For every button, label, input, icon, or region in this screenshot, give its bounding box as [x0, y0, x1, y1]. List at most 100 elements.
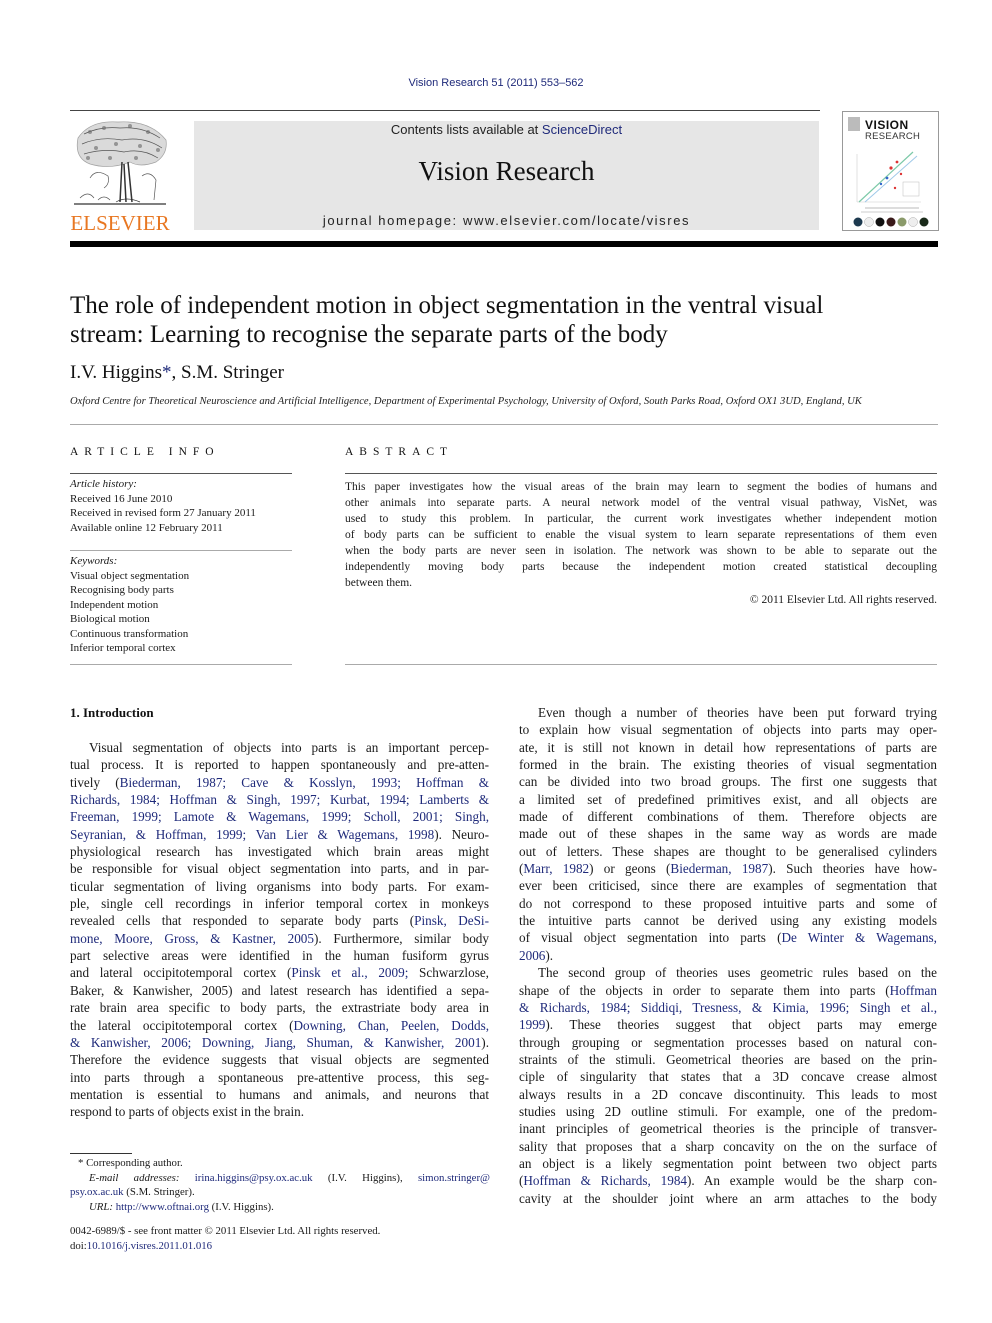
paragraph-line: Freeman, 1999; Lamote & Wagemans, 1999; …	[70, 808, 489, 825]
abstract-heading: ABSTRACT	[345, 446, 454, 458]
citation-link[interactable]: & Richards, 1984; Siddiqi, Tresness, & K…	[519, 1000, 937, 1015]
citation-link[interactable]: Biederman, 1987	[670, 861, 768, 876]
history-label: Article history:	[70, 478, 137, 490]
text-run: be responsible for visual object segment…	[70, 861, 489, 877]
text-run: ).	[481, 1034, 489, 1050]
paragraph-line: physiological research has investigated …	[70, 843, 489, 860]
citation-link[interactable]: Pinsk, DeSi-	[414, 913, 489, 928]
paragraph-line: shape of the objects in order to separat…	[519, 982, 937, 999]
journal-cover-thumbnail[interactable]: VISION RESEARCH	[842, 111, 939, 231]
text-run: shape of the objects in order to separat…	[519, 982, 890, 998]
paragraph-line: Even though a number of theories have be…	[519, 704, 937, 721]
citation-link[interactable]: 1999	[519, 1017, 545, 1032]
text-run: the intuitive parts cannot be derived us…	[519, 913, 937, 929]
text-run: Even though a number of theories have be…	[538, 705, 937, 720]
paragraph-line: made out of these shapes in the same way…	[519, 825, 937, 842]
citation-link[interactable]: & Kanwisher, 2006; Downing, Jiang, Shuma…	[70, 1035, 481, 1050]
text-run: straints of the stimuli. Geometrical the…	[519, 1051, 937, 1067]
paragraph-line: can be divided into two broad groups. Th…	[519, 773, 937, 790]
abstract-line: when the body parts are never seen in is…	[345, 545, 937, 557]
authors: I.V. Higgins*, S.M. Stringer	[70, 362, 284, 384]
text-run: mentation is essential to humans and ani…	[70, 1086, 489, 1102]
email-stringer-link[interactable]: simon.stringer@	[418, 1172, 490, 1184]
paragraph-line: ple, single cell recordings in inferior …	[70, 895, 489, 912]
author-separator: ,	[171, 362, 182, 383]
citation-link[interactable]: Marr, 1982	[523, 861, 589, 876]
text-run: cavity at the shoulder joint where an ar…	[519, 1190, 937, 1206]
text-run: ate, it is still not known in detail how…	[519, 739, 937, 755]
text-run: the lateral occipitotemporal cortex (	[70, 1017, 294, 1033]
keyword: Inferior temporal cortex	[70, 642, 176, 654]
corresponding-author-mark[interactable]: *	[162, 362, 172, 383]
text-run: Visual segmentation of objects into part…	[89, 740, 489, 755]
elsevier-logo[interactable]: ELSEVIER	[70, 118, 170, 234]
paragraph-line: always results in a 2D concave discontin…	[519, 1086, 937, 1103]
text-run: Baker, & Kanwisher, 2005) and latest res…	[70, 982, 489, 998]
email-higgins-owner: (I.V. Higgins),	[312, 1171, 418, 1184]
paragraph-line: part selective areas were identified in …	[70, 947, 489, 964]
citation-link[interactable]: Downing, Chan, Peelen, Dodds,	[294, 1018, 490, 1033]
text-run: of visual object segmentation into parts…	[519, 930, 782, 946]
text-run: made of different combinations of them. …	[519, 809, 937, 825]
url-link[interactable]: http://www.oftnai.org	[116, 1201, 209, 1213]
citation-link[interactable]: Seyranian, & Hoffman, 1999; Van Lier & W…	[70, 827, 434, 842]
paragraph-line: the lateral occipitotemporal cortex (Dow…	[70, 1017, 489, 1034]
doi-link[interactable]: 10.1016/j.visres.2011.01.016	[87, 1240, 212, 1252]
email-label: E-mail addresses:	[89, 1171, 180, 1184]
abstract-bottom-rule	[345, 664, 937, 665]
paragraph-line: formed in the brain. The existing theori…	[519, 756, 937, 773]
citation-link[interactable]: Richards, 1984; Hoffman & Singh, 1997; K…	[70, 792, 489, 807]
keyword: Biological motion	[70, 613, 150, 625]
header-rule	[70, 110, 820, 111]
text-run: tively (	[70, 774, 120, 790]
journal-homepage[interactable]: journal homepage: www.elsevier.com/locat…	[194, 213, 819, 228]
text-run: do not correspond to these proposed intu…	[519, 895, 937, 911]
text-run: an object is a likely segmentation point…	[519, 1155, 937, 1171]
citation-link[interactable]: 2006	[519, 948, 545, 963]
cover-figure-icon	[853, 151, 929, 227]
abstract-rule	[345, 473, 937, 474]
title-line-1: The role of independent motion in object…	[70, 292, 824, 319]
title-line-2: stream: Learning to recognise the separa…	[70, 321, 668, 348]
text-run: ). These theories suggest that object pa…	[545, 1017, 937, 1033]
text-run: ciple of singularity that states that a …	[519, 1069, 937, 1085]
text-run: Schwarzlose,	[408, 965, 489, 981]
text-run: part selective areas were identified in …	[70, 948, 489, 964]
footnote-emails: E-mail addresses: irina.higgins@psy.ox.a…	[70, 1171, 490, 1186]
paragraph-line: to explain how visual segmentation of ob…	[519, 721, 937, 738]
email-higgins-link[interactable]: irina.higgins@psy.ox.ac.uk	[195, 1172, 313, 1184]
cover-title-vision: VISION	[865, 118, 909, 132]
text-run: inant principles of geometrical theories…	[519, 1121, 937, 1137]
text-run: studies using 2D outline stimuli. For ex…	[519, 1103, 937, 1119]
citation-link[interactable]: mone, Moore, Gross, & Kastner, 2005	[70, 931, 314, 946]
text-run: ). Neuro-	[434, 826, 489, 842]
sciencedirect-link[interactable]: ScienceDirect	[542, 122, 622, 137]
paragraph-line: tual process. It is reported to happen s…	[70, 756, 489, 773]
email-stringer-owner: (S.M. Stringer).	[123, 1186, 195, 1198]
abstract-line: other animals into separate parts. A neu…	[345, 497, 937, 509]
paragraph-line: Visual segmentation of objects into part…	[70, 739, 489, 756]
doi-line: doi:10.1016/j.visres.2011.01.016	[70, 1239, 490, 1254]
history-received: Received 16 June 2010	[70, 492, 173, 505]
keywords-label: Keywords:	[70, 555, 118, 567]
paragraph-line: respond to parts of objects exist in the…	[70, 1103, 489, 1120]
journal-citation[interactable]: Vision Research 51 (2011) 553–562	[0, 77, 992, 89]
keyword: Continuous transformation	[70, 627, 189, 640]
citation-link[interactable]: Hoffman & Richards, 1984	[523, 1173, 687, 1188]
paragraph-line: (Marr, 1982) or geons (Biederman, 1987).…	[519, 860, 937, 877]
citation-link[interactable]: Freeman, 1999; Lamote & Wagemans, 1999; …	[70, 809, 489, 824]
abstract-line: independently moving body parts because …	[345, 561, 937, 573]
footnote-rule	[70, 1153, 132, 1154]
email-stringer-link-cont[interactable]: psy.ox.ac.uk	[70, 1186, 124, 1198]
copyright: © 2011 Elsevier Ltd. All rights reserved…	[749, 594, 937, 606]
citation-link[interactable]: Pinsk et al., 2009;	[291, 965, 408, 980]
citation-link[interactable]: Biederman, 1987; Cave & Kosslyn, 1993; H…	[120, 775, 489, 790]
paragraph-line: out of letters. These shapes are thought…	[519, 843, 937, 860]
abstract-line: between them.	[345, 577, 413, 589]
paragraph-line: and lateral occipitotemporal cortex (Pin…	[70, 964, 489, 981]
citation-link[interactable]: De Winter & Wagemans,	[781, 930, 937, 945]
text-run: rate brain area specific to body parts, …	[70, 1000, 489, 1016]
paragraph-line: mone, Moore, Gross, & Kastner, 2005). Fu…	[70, 930, 489, 947]
paragraph-line: (Hoffman & Richards, 1984). An example w…	[519, 1172, 937, 1189]
citation-link[interactable]: Hoffman	[890, 983, 937, 998]
